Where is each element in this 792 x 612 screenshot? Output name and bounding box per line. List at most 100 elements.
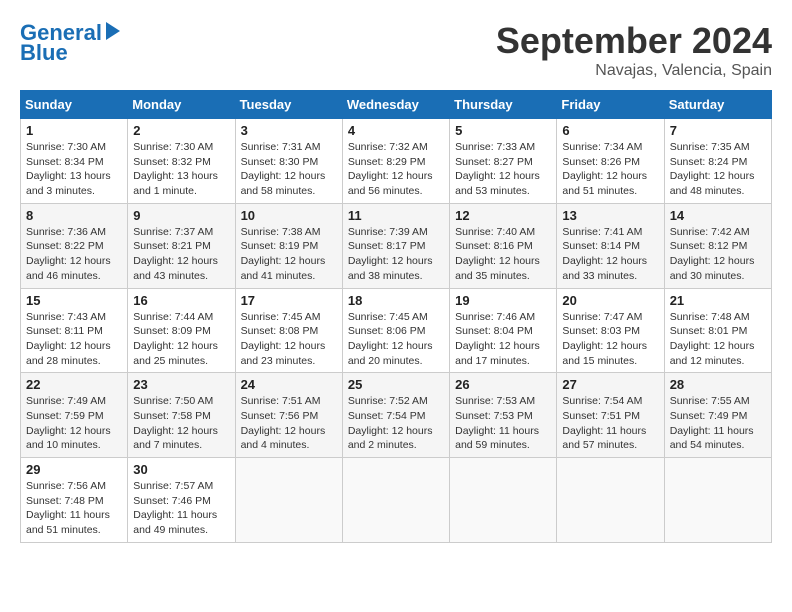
day-number: 7 (670, 123, 766, 138)
day-info: Sunrise: 7:54 AMSunset: 7:51 PMDaylight:… (562, 394, 658, 453)
day-number: 25 (348, 377, 444, 392)
day-info: Sunrise: 7:50 AMSunset: 7:58 PMDaylight:… (133, 394, 229, 453)
calendar-cell: 2 Sunrise: 7:30 AMSunset: 8:32 PMDaylight… (128, 119, 235, 204)
day-info: Sunrise: 7:33 AMSunset: 8:27 PMDaylight:… (455, 140, 551, 199)
calendar-cell: 20Sunrise: 7:47 AMSunset: 8:03 PMDayligh… (557, 288, 664, 373)
calendar-cell (450, 458, 557, 543)
calendar-cell: 18Sunrise: 7:45 AMSunset: 8:06 PMDayligh… (342, 288, 449, 373)
day-number: 22 (26, 377, 122, 392)
weekday-header-thursday: Thursday (450, 91, 557, 119)
day-number: 18 (348, 293, 444, 308)
calendar-cell: 8 Sunrise: 7:36 AMSunset: 8:22 PMDaylight… (21, 203, 128, 288)
day-info: Sunrise: 7:39 AMSunset: 8:17 PMDaylight:… (348, 225, 444, 284)
calendar-cell: 17 Sunrise: 7:45 AMSunset: 8:08 PMDayligh… (235, 288, 342, 373)
day-number: 10 (241, 208, 337, 223)
calendar-cell (235, 458, 342, 543)
calendar-cell: 14 Sunrise: 7:42 AMSunset: 8:12 PMDayligh… (664, 203, 771, 288)
calendar-cell: 30 Sunrise: 7:57 AMSunset: 7:46 PMDayligh… (128, 458, 235, 543)
day-number: 19 (455, 293, 551, 308)
calendar-cell: 7Sunrise: 7:35 AMSunset: 8:24 PMDaylight… (664, 119, 771, 204)
day-number: 9 (133, 208, 229, 223)
calendar-week-row: 29 Sunrise: 7:56 AMSunset: 7:48 PMDayligh… (21, 458, 772, 543)
calendar-cell: 12 Sunrise: 7:40 AMSunset: 8:16 PMDayligh… (450, 203, 557, 288)
calendar-cell: 3 Sunrise: 7:31 AMSunset: 8:30 PMDaylight… (235, 119, 342, 204)
calendar-cell: 28 Sunrise: 7:55 AMSunset: 7:49 PMDayligh… (664, 373, 771, 458)
calendar-cell: 6 Sunrise: 7:34 AMSunset: 8:26 PMDaylight… (557, 119, 664, 204)
calendar-cell: 5Sunrise: 7:33 AMSunset: 8:27 PMDaylight… (450, 119, 557, 204)
weekday-header-saturday: Saturday (664, 91, 771, 119)
calendar-cell: 10 Sunrise: 7:38 AMSunset: 8:19 PMDayligh… (235, 203, 342, 288)
calendar-cell: 16 Sunrise: 7:44 AMSunset: 8:09 PMDayligh… (128, 288, 235, 373)
day-info: Sunrise: 7:38 AMSunset: 8:19 PMDaylight:… (241, 225, 337, 284)
day-number: 3 (241, 123, 337, 138)
logo: General Blue (20, 20, 120, 65)
weekday-header-monday: Monday (128, 91, 235, 119)
day-number: 26 (455, 377, 551, 392)
calendar-cell: 1 Sunrise: 7:30 AMSunset: 8:34 PMDaylight… (21, 119, 128, 204)
day-number: 12 (455, 208, 551, 223)
day-info: Sunrise: 7:41 AMSunset: 8:14 PMDaylight:… (562, 225, 658, 284)
calendar-cell (557, 458, 664, 543)
day-number: 30 (133, 462, 229, 477)
day-number: 13 (562, 208, 658, 223)
day-info: Sunrise: 7:55 AMSunset: 7:49 PMDaylight:… (670, 394, 766, 453)
day-number: 20 (562, 293, 658, 308)
calendar-cell: 21 Sunrise: 7:48 AMSunset: 8:01 PMDayligh… (664, 288, 771, 373)
weekday-header-friday: Friday (557, 91, 664, 119)
day-number: 1 (26, 123, 122, 138)
day-info: Sunrise: 7:32 AMSunset: 8:29 PMDaylight:… (348, 140, 444, 199)
day-number: 16 (133, 293, 229, 308)
day-info: Sunrise: 7:42 AMSunset: 8:12 PMDaylight:… (670, 225, 766, 284)
day-number: 17 (241, 293, 337, 308)
day-info: Sunrise: 7:31 AMSunset: 8:30 PMDaylight:… (241, 140, 337, 199)
day-number: 15 (26, 293, 122, 308)
calendar-cell: 13 Sunrise: 7:41 AMSunset: 8:14 PMDayligh… (557, 203, 664, 288)
calendar-cell: 11Sunrise: 7:39 AMSunset: 8:17 PMDayligh… (342, 203, 449, 288)
calendar-cell: 15 Sunrise: 7:43 AMSunset: 8:11 PMDayligh… (21, 288, 128, 373)
day-info: Sunrise: 7:51 AMSunset: 7:56 PMDaylight:… (241, 394, 337, 453)
month-title: September 2024 (496, 20, 772, 62)
calendar-week-row: 1 Sunrise: 7:30 AMSunset: 8:34 PMDaylight… (21, 119, 772, 204)
day-number: 2 (133, 123, 229, 138)
calendar-week-row: 22 Sunrise: 7:49 AMSunset: 7:59 PMDayligh… (21, 373, 772, 458)
day-number: 6 (562, 123, 658, 138)
day-info: Sunrise: 7:57 AMSunset: 7:46 PMDaylight:… (133, 479, 229, 538)
day-number: 14 (670, 208, 766, 223)
calendar-cell: 26 Sunrise: 7:53 AMSunset: 7:53 PMDayligh… (450, 373, 557, 458)
title-block: September 2024 Navajas, Valencia, Spain (496, 20, 772, 80)
day-info: Sunrise: 7:45 AMSunset: 8:08 PMDaylight:… (241, 310, 337, 369)
location: Navajas, Valencia, Spain (496, 62, 772, 80)
day-info: Sunrise: 7:49 AMSunset: 7:59 PMDaylight:… (26, 394, 122, 453)
weekday-header-sunday: Sunday (21, 91, 128, 119)
day-info: Sunrise: 7:30 AMSunset: 8:32 PMDaylight:… (133, 140, 229, 199)
day-info: Sunrise: 7:36 AMSunset: 8:22 PMDaylight:… (26, 225, 122, 284)
day-info: Sunrise: 7:53 AMSunset: 7:53 PMDaylight:… (455, 394, 551, 453)
calendar-cell: 29 Sunrise: 7:56 AMSunset: 7:48 PMDayligh… (21, 458, 128, 543)
page-header: General Blue September 2024 Navajas, Val… (20, 20, 772, 80)
calendar-cell (664, 458, 771, 543)
calendar-cell: 25Sunrise: 7:52 AMSunset: 7:54 PMDayligh… (342, 373, 449, 458)
weekday-header-tuesday: Tuesday (235, 91, 342, 119)
day-number: 23 (133, 377, 229, 392)
day-info: Sunrise: 7:34 AMSunset: 8:26 PMDaylight:… (562, 140, 658, 199)
day-info: Sunrise: 7:56 AMSunset: 7:48 PMDaylight:… (26, 479, 122, 538)
day-info: Sunrise: 7:40 AMSunset: 8:16 PMDaylight:… (455, 225, 551, 284)
day-info: Sunrise: 7:46 AMSunset: 8:04 PMDaylight:… (455, 310, 551, 369)
day-info: Sunrise: 7:48 AMSunset: 8:01 PMDaylight:… (670, 310, 766, 369)
day-number: 29 (26, 462, 122, 477)
day-number: 24 (241, 377, 337, 392)
day-number: 4 (348, 123, 444, 138)
calendar-cell: 4 Sunrise: 7:32 AMSunset: 8:29 PMDaylight… (342, 119, 449, 204)
calendar-cell: 19 Sunrise: 7:46 AMSunset: 8:04 PMDayligh… (450, 288, 557, 373)
day-number: 21 (670, 293, 766, 308)
day-number: 27 (562, 377, 658, 392)
day-info: Sunrise: 7:43 AMSunset: 8:11 PMDaylight:… (26, 310, 122, 369)
calendar-cell (342, 458, 449, 543)
day-info: Sunrise: 7:44 AMSunset: 8:09 PMDaylight:… (133, 310, 229, 369)
logo-arrow-icon (106, 22, 120, 45)
calendar-table: SundayMondayTuesdayWednesdayThursdayFrid… (20, 90, 772, 543)
day-number: 28 (670, 377, 766, 392)
day-number: 8 (26, 208, 122, 223)
day-info: Sunrise: 7:30 AMSunset: 8:34 PMDaylight:… (26, 140, 122, 199)
calendar-week-row: 8 Sunrise: 7:36 AMSunset: 8:22 PMDaylight… (21, 203, 772, 288)
